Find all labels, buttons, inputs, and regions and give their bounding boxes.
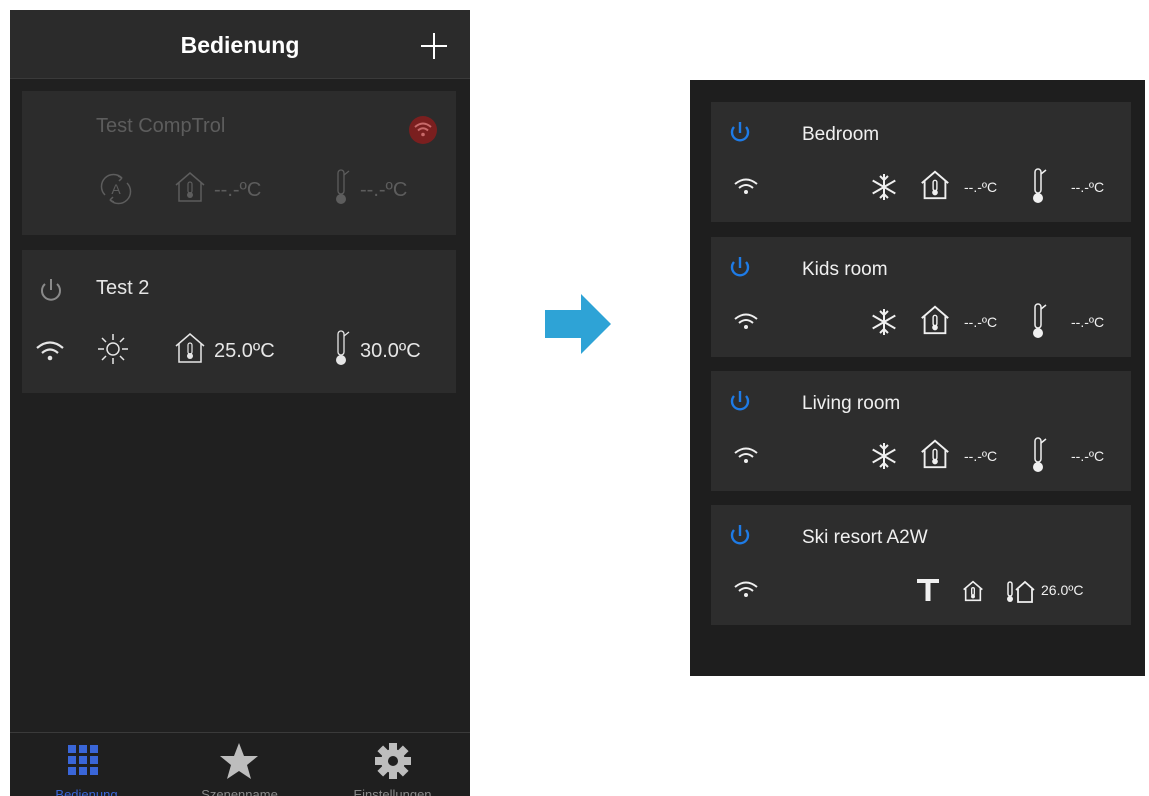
wifi-icon bbox=[734, 178, 758, 194]
room-temperature: --.-ºC bbox=[964, 314, 998, 330]
page-title: Bedienung bbox=[180, 32, 300, 58]
grid-icon bbox=[68, 745, 98, 775]
device-name: Living room bbox=[802, 393, 901, 414]
power-icon[interactable] bbox=[727, 120, 753, 146]
arrow-right-icon bbox=[545, 294, 611, 354]
device-name: Kids room bbox=[802, 259, 888, 280]
device-card[interactable]: Living room --.-ºC --.-ºC bbox=[711, 371, 1131, 491]
room-temperature: --.-ºC bbox=[964, 179, 998, 195]
home-icon bbox=[963, 580, 983, 602]
device-card[interactable]: Test CompTrol A --.-ºC --.-ºC bbox=[22, 91, 456, 235]
target-temperature: --.-ºC bbox=[1071, 448, 1105, 464]
thermometer-icon bbox=[1033, 168, 1047, 203]
wifi-icon bbox=[734, 581, 758, 597]
snowflake-icon bbox=[872, 309, 896, 335]
t-icon bbox=[917, 579, 939, 601]
room-temp-icon bbox=[921, 439, 949, 469]
target-temperature: --.-ºC bbox=[1071, 179, 1105, 195]
room-temperature: 26.0ºC bbox=[1041, 582, 1084, 598]
room-temp-icon bbox=[172, 330, 208, 366]
target-temperature: 30.0ºC bbox=[360, 340, 421, 362]
thermometer-icon bbox=[1033, 437, 1047, 472]
device-name: Test 2 bbox=[96, 277, 150, 299]
target-temperature: --.-ºC bbox=[1071, 314, 1105, 330]
target-temperature: --.-ºC bbox=[360, 179, 408, 201]
add-device-button[interactable] bbox=[418, 30, 450, 62]
svg-text:A: A bbox=[111, 181, 121, 197]
room-temperature: 25.0ºC bbox=[214, 340, 275, 362]
thermometer-icon bbox=[1033, 303, 1047, 338]
room-temp-icon bbox=[921, 170, 949, 200]
legacy-app-screen: Bedienung Test CompTrol A --.-ºC --.-ºC … bbox=[10, 10, 470, 796]
tab-label: Einstellungen bbox=[353, 787, 432, 796]
device-card[interactable]: Ski resort A2W 26.0ºC bbox=[711, 505, 1131, 625]
tab-label: Bedienung bbox=[55, 787, 118, 796]
star-icon bbox=[220, 743, 258, 779]
device-name: Test CompTrol bbox=[96, 115, 226, 137]
power-icon[interactable] bbox=[727, 523, 753, 549]
power-button[interactable] bbox=[37, 276, 65, 304]
power-icon bbox=[41, 279, 61, 301]
device-name: Ski resort A2W bbox=[802, 527, 928, 548]
room-temperature: --.-ºC bbox=[964, 448, 998, 464]
wifi-icon bbox=[35, 340, 65, 362]
tab-einstellungen[interactable]: Einstellungen bbox=[316, 733, 469, 796]
plus-icon bbox=[421, 33, 447, 59]
auto-mode-icon: A bbox=[98, 171, 134, 207]
room-temp-icon bbox=[1007, 580, 1035, 603]
power-icon[interactable] bbox=[727, 255, 753, 281]
sun-icon bbox=[96, 332, 130, 366]
room-temp-icon bbox=[921, 305, 949, 335]
gear-icon bbox=[375, 743, 411, 779]
thermometer-icon bbox=[330, 328, 352, 368]
device-name: Bedroom bbox=[802, 124, 880, 145]
wifi-icon bbox=[734, 313, 758, 329]
power-icon[interactable] bbox=[727, 389, 753, 415]
thermometer-icon bbox=[330, 167, 352, 207]
snowflake-icon bbox=[872, 174, 896, 200]
snowflake-icon bbox=[872, 443, 896, 469]
wifi-icon bbox=[734, 447, 758, 463]
device-card[interactable]: Kids room --.-ºC --.-ºC bbox=[711, 237, 1131, 357]
room-temp-icon bbox=[172, 169, 208, 205]
tab-bar: Bedienung Szenenname Einstellungen bbox=[10, 732, 470, 796]
new-app-screen: Bedroom --.-ºC --.-ºC Kids room --.-ºC -… bbox=[690, 80, 1145, 676]
wifi-error-icon bbox=[408, 115, 438, 145]
device-card[interactable]: Bedroom --.-ºC --.-ºC bbox=[711, 102, 1131, 222]
app-header: Bedienung bbox=[10, 10, 470, 79]
tab-bedienung[interactable]: Bedienung bbox=[10, 733, 163, 796]
tab-szenenname[interactable]: Szenenname bbox=[163, 733, 316, 796]
tab-label: Szenenname bbox=[201, 787, 278, 796]
device-card[interactable]: Test 2 25.0ºC 30.0ºC bbox=[22, 250, 456, 393]
room-temperature: --.-ºC bbox=[214, 179, 262, 201]
